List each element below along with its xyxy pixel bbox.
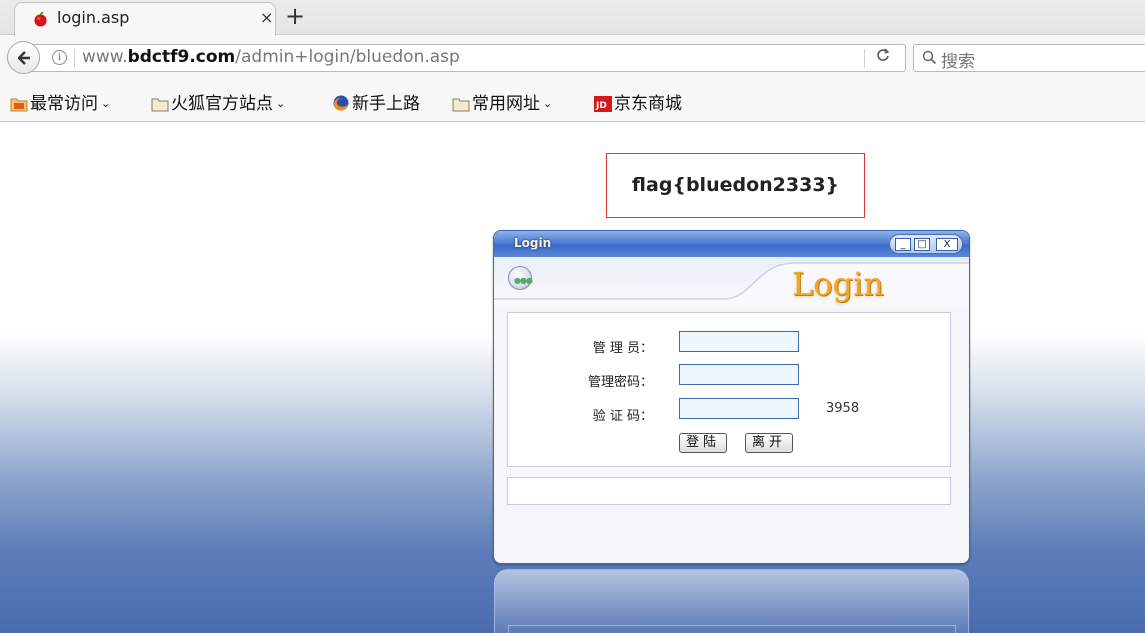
bookmark-jd[interactable]: JD 京东商城 — [594, 89, 682, 114]
login-window: Login _ □ X ●●● Login 管 理 员： 管理密码： 验 证 码… — [493, 230, 970, 564]
svg-text:JD: JD — [595, 101, 607, 111]
apple-favicon-icon — [34, 12, 47, 27]
tab-bar: login.asp × + — [0, 0, 1145, 36]
window-controls: _ □ X — [889, 234, 963, 254]
captcha-label: 验 证 码： — [592, 409, 653, 424]
captcha-input[interactable] — [679, 398, 799, 419]
login-window-title: Login — [514, 236, 552, 250]
bookmark-getting-started[interactable]: 新手上路 — [332, 89, 420, 114]
login-form: 管 理 员： 管理密码： 验 证 码： 3958 登陆 离开 — [507, 312, 951, 467]
jd-icon: JD — [594, 96, 612, 112]
flag-box: flag{bluedon2333} — [606, 153, 865, 218]
header-curve-decoration — [494, 262, 969, 307]
window-reflection — [494, 569, 969, 633]
search-input[interactable]: 搜索 — [941, 47, 975, 72]
tab-close-icon[interactable]: × — [260, 8, 273, 27]
reload-separator — [864, 49, 865, 68]
bookmark-common-sites[interactable]: 常用网址 ⌄ — [452, 89, 553, 114]
status-panel — [507, 477, 951, 505]
password-input[interactable] — [679, 364, 799, 385]
orb-logo-icon: ●●● — [508, 266, 533, 290]
leave-button[interactable]: 离开 — [745, 433, 794, 453]
maximize-icon[interactable]: □ — [914, 238, 930, 251]
bookmarks-toolbar: 最常访问 ⌄ 火狐官方站点 ⌄ 新手上路 常用网址 ⌄ JD 京东商城 — [0, 81, 1145, 122]
login-window-titlebar: Login _ □ X — [494, 231, 969, 257]
folder-icon — [452, 98, 470, 112]
folder-icon — [151, 98, 169, 112]
back-arrow-icon — [17, 51, 30, 65]
tab-title: login.asp — [57, 8, 130, 27]
bookmark-firefox-sites[interactable]: 火狐官方站点 ⌄ — [151, 89, 286, 114]
new-tab-button[interactable]: + — [285, 1, 305, 31]
flag-text: flag{bluedon2333} — [631, 174, 840, 196]
username-input[interactable] — [679, 331, 799, 352]
site-info-icon[interactable]: i — [52, 50, 67, 65]
chevron-down-icon: ⌄ — [101, 97, 111, 110]
url-text[interactable]: www.bdctf9.com/admin+login/bluedon.asp — [82, 47, 460, 67]
navigation-bar: i www.bdctf9.com/admin+login/bluedon.asp… — [0, 36, 1145, 81]
close-icon[interactable]: X — [936, 238, 958, 251]
login-brand-logo: Login — [792, 265, 884, 303]
reload-icon[interactable] — [876, 48, 890, 66]
bookmark-most-visited[interactable]: 最常访问 ⌄ — [10, 89, 111, 114]
minimize-icon[interactable]: _ — [895, 238, 911, 251]
search-bar[interactable]: 搜索 — [913, 44, 1145, 72]
login-button[interactable]: 登陆 — [679, 433, 728, 453]
back-button[interactable] — [7, 41, 40, 74]
username-label: 管 理 员： — [592, 341, 653, 356]
chevron-down-icon: ⌄ — [276, 97, 286, 110]
chevron-down-icon: ⌄ — [543, 97, 553, 110]
url-separator — [74, 49, 75, 68]
password-label: 管理密码： — [587, 375, 653, 390]
firefox-icon — [333, 95, 349, 111]
url-domain: bdctf9.com — [127, 47, 236, 67]
most-visited-folder-icon — [10, 98, 28, 112]
captcha-code: 3958 — [826, 401, 860, 416]
page-content: flag{bluedon2333} Login _ □ X ●●● Login … — [0, 123, 1145, 633]
tab-login[interactable]: login.asp × — [14, 2, 276, 36]
url-bar[interactable]: i www.bdctf9.com/admin+login/bluedon.asp — [30, 44, 906, 72]
search-icon — [922, 50, 937, 65]
reflection-panel — [508, 625, 956, 633]
